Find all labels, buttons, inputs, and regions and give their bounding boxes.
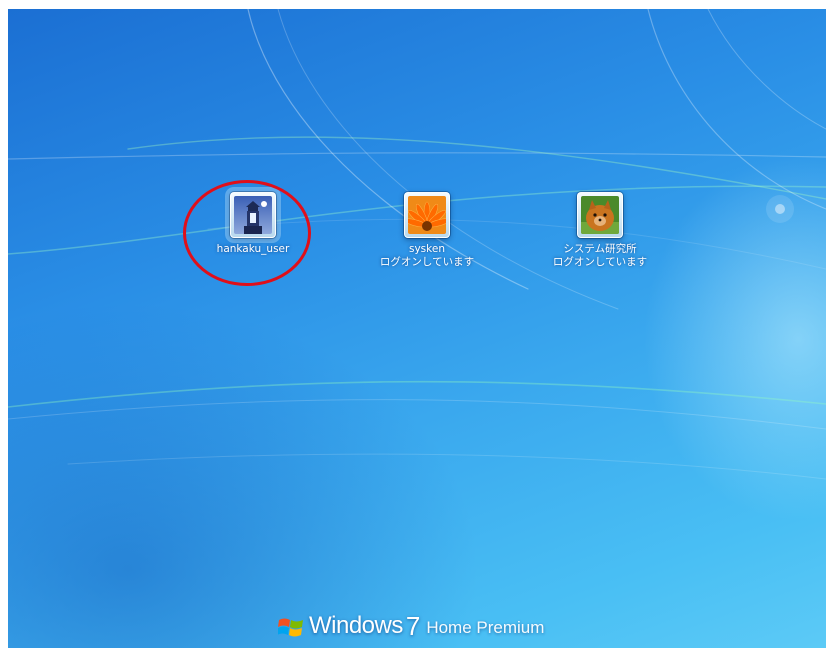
lighthouse-picture bbox=[234, 196, 272, 234]
user-logon-status: ログオンしています bbox=[552, 256, 648, 268]
product-name: Windows bbox=[309, 612, 403, 639]
background-wave-lines bbox=[8, 9, 826, 480]
orange-flower-picture bbox=[408, 196, 446, 234]
user-tile-sysken[interactable]: sysken ログオンしています bbox=[347, 192, 507, 269]
user-name: sysken bbox=[409, 243, 445, 255]
user-picture-frame[interactable] bbox=[230, 192, 276, 238]
user-name: システム研究所 bbox=[563, 243, 637, 255]
user-tile-system-kenkyujo[interactable]: システム研究所 ログオンしています bbox=[520, 192, 680, 269]
user-picture-frame[interactable] bbox=[577, 192, 623, 238]
windows-branding: Windows 7 Home Premium bbox=[278, 606, 544, 640]
product-edition: Home Premium bbox=[426, 618, 545, 637]
logon-screen: hankaku_user sysken ログオンしています システム研究所 ログ… bbox=[8, 9, 826, 648]
windows-flag-icon bbox=[278, 618, 303, 637]
user-tile-hankaku-user[interactable]: hankaku_user bbox=[173, 192, 333, 256]
user-picture-frame[interactable] bbox=[404, 192, 450, 238]
user-name: hankaku_user bbox=[216, 243, 290, 255]
user-logon-status: ログオンしています bbox=[379, 256, 475, 268]
product-version: 7 bbox=[405, 611, 421, 641]
pomeranian-dog-picture bbox=[581, 196, 619, 234]
